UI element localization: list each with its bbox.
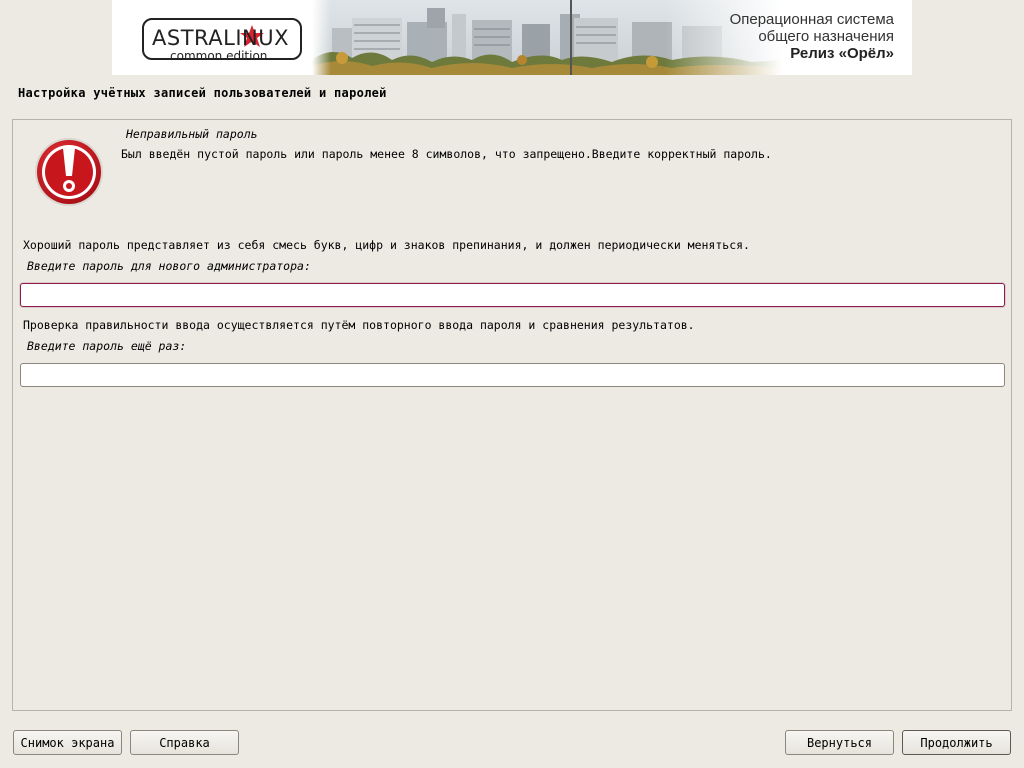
error-title: Неправильный пароль	[126, 127, 258, 141]
error-message: Был введён пустой пароль или пароль мене…	[121, 147, 772, 161]
logo-title: ASTRALINUX	[152, 26, 289, 50]
screenshot-button[interactable]: Снимок экрана	[13, 730, 122, 755]
banner-release: Релиз «Орёл»	[790, 45, 894, 62]
page-title: Настройка учётных записей пользователей …	[18, 86, 387, 100]
banner-os-line1: Операционная система	[729, 11, 894, 28]
confirm-label: Введите пароль ещё раз:	[27, 339, 187, 353]
banner-os-line2: общего назначения	[758, 28, 894, 45]
password-hint: Хороший пароль представляет из себя смес…	[23, 238, 750, 252]
help-button[interactable]: Справка	[130, 730, 239, 755]
exclamation-alert-icon	[35, 138, 103, 206]
confirm-hint: Проверка правильности ввода осуществляет…	[23, 318, 695, 332]
back-button[interactable]: Вернуться	[785, 730, 894, 755]
confirm-password-input[interactable]	[20, 363, 1005, 387]
password-label: Введите пароль для нового администратора…	[27, 259, 311, 273]
astralinux-logo: ASTRALINUX common edition	[142, 18, 302, 63]
header-banner: ASTRALINUX common edition Операционная с…	[112, 0, 912, 75]
password-input[interactable]	[20, 283, 1005, 307]
logo-subtitle: common edition	[170, 49, 268, 63]
continue-button[interactable]: Продолжить	[902, 730, 1011, 755]
city-photo	[312, 0, 782, 75]
main-panel: Неправильный пароль Был введён пустой па…	[12, 119, 1012, 711]
banner-os-info: Операционная система общего назначения Р…	[730, 11, 894, 62]
